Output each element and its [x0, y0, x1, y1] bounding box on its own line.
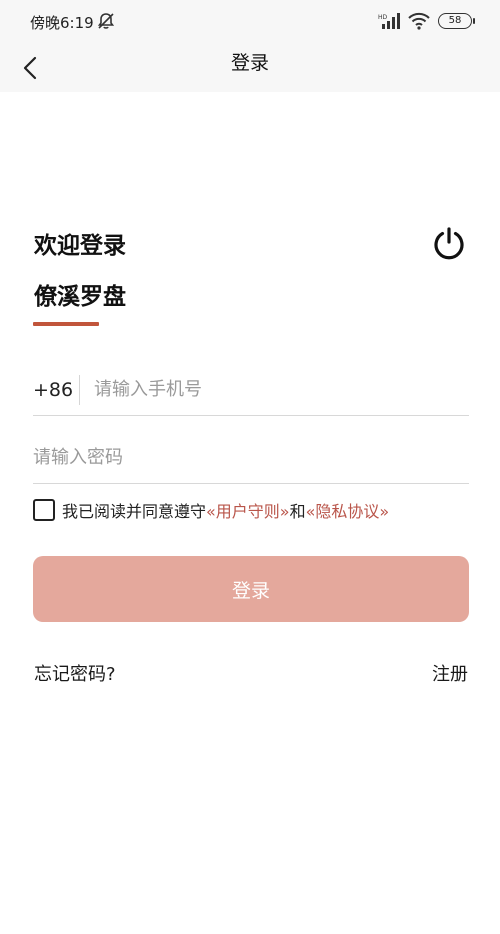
- battery-level: 58: [448, 15, 462, 26]
- agreement-text: 我已阅读并同意遵守: [62, 502, 207, 521]
- phone-field-row: +86: [33, 364, 469, 416]
- country-code[interactable]: +86: [33, 379, 79, 401]
- battery-tip: [473, 18, 475, 24]
- user-terms-link[interactable]: «用户守则»: [206, 498, 290, 522]
- forgot-password-link[interactable]: 忘记密码?: [34, 660, 116, 686]
- app-name: 僚溪罗盘: [34, 284, 126, 310]
- phone-input[interactable]: [94, 369, 469, 410]
- nav-bar: 登录: [0, 44, 500, 92]
- page-title: 登录: [230, 52, 269, 74]
- password-field-row: [33, 432, 469, 484]
- login-button-label: 登录: [231, 579, 270, 602]
- power-icon[interactable]: [430, 225, 468, 263]
- hd-signal-icon: HD: [378, 13, 400, 29]
- accent-underline: [33, 322, 99, 326]
- status-right-group: HD 58: [378, 11, 475, 31]
- status-bar: 傍晚6:19 HD 58: [0, 0, 500, 44]
- agree-checkbox[interactable]: [33, 499, 55, 521]
- welcome-title: 欢迎登录: [34, 233, 126, 259]
- field-divider: [79, 374, 80, 405]
- privacy-policy-link[interactable]: «隐私协议»: [306, 498, 390, 522]
- svg-text:HD: HD: [378, 14, 388, 21]
- wifi-icon: [408, 12, 430, 30]
- battery-icon: 58: [438, 13, 475, 29]
- register-link[interactable]: 注册: [432, 660, 468, 686]
- mute-icon: [97, 13, 115, 29]
- password-input[interactable]: [33, 437, 469, 478]
- status-time: 傍晚6:19: [30, 14, 94, 32]
- back-button[interactable]: [12, 50, 48, 86]
- chevron-left-icon: [23, 56, 37, 80]
- agreement-row: 我已阅读并同意遵守 «用户守则» 和 «隐私协议»: [33, 497, 389, 523]
- login-button[interactable]: 登录: [33, 556, 469, 622]
- agreement-conjunction: 和: [289, 502, 306, 521]
